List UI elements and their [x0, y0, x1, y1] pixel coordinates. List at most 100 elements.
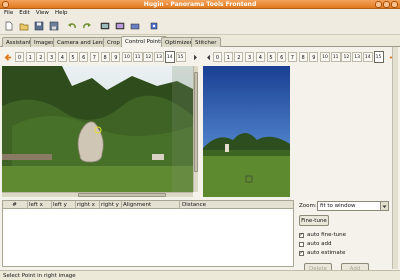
panel-vertical-scrollbar[interactable]: [392, 47, 398, 269]
left-prev-button[interactable]: [2, 50, 14, 64]
auto-estimate-checkbox[interactable]: ✓: [299, 251, 304, 256]
right-image-10-button[interactable]: 10: [320, 52, 330, 62]
zoom-label: Zoom:: [299, 203, 317, 209]
chevron-down-icon[interactable]: [380, 202, 388, 210]
right-image-4-button[interactable]: 4: [255, 52, 265, 62]
right-image-canvas[interactable]: [203, 66, 290, 197]
tab-stitcher[interactable]: Stitcher: [191, 37, 221, 47]
right-image-1-button[interactable]: 1: [223, 52, 233, 62]
undo-icon: [68, 23, 76, 29]
save-button[interactable]: [33, 20, 45, 32]
left-image-7-button[interactable]: 7: [89, 52, 99, 62]
right-image-12-button[interactable]: 12: [341, 52, 352, 62]
fast-preview-button[interactable]: [114, 20, 126, 32]
fast-preview-icon: [115, 22, 125, 30]
right-image-0-button[interactable]: 0: [213, 52, 222, 62]
toolbar: [0, 18, 400, 35]
right-image-14-button[interactable]: 14: [362, 52, 373, 62]
control-point-table[interactable]: [2, 209, 294, 267]
tab-camera-and-lens[interactable]: Camera and Lens: [53, 37, 110, 47]
left-image-vertical-scrollbar[interactable]: [193, 66, 198, 192]
right-image-3-button[interactable]: 3: [245, 52, 255, 62]
maximize-icon[interactable]: [383, 1, 390, 8]
redo-icon: [83, 23, 91, 29]
auto-fine-tune-label: auto fine-tune: [307, 232, 346, 238]
control-point-table-header: # left x left y right x right y Alignmen…: [2, 200, 294, 210]
menu-file[interactable]: File: [0, 9, 16, 18]
menu-help[interactable]: Help: [52, 9, 71, 18]
tab-bar: Assistant Images Camera and Lens Crop Co…: [0, 36, 400, 48]
open-icon: [19, 23, 29, 31]
left-image-photo: [2, 66, 193, 192]
sticky-button[interactable]: [148, 20, 160, 32]
open-project-button[interactable]: [18, 20, 30, 32]
menu-bar: File Edit View Help: [0, 9, 400, 18]
menu-view[interactable]: View: [33, 9, 52, 18]
fine-tune-button[interactable]: Fine-tune: [299, 215, 329, 226]
window-title-bar: Hugin - Panorama Tools Frontend: [0, 0, 400, 9]
auto-add-label: auto add: [307, 241, 332, 247]
status-bar: Select Point in right image: [0, 270, 400, 280]
right-image-9-button[interactable]: 9: [309, 52, 319, 62]
left-vscroll-thumb[interactable]: [194, 72, 198, 172]
undo-button[interactable]: [66, 20, 78, 32]
preview-icon: [100, 22, 110, 30]
left-image-11-button[interactable]: 11: [132, 52, 143, 62]
new-project-button[interactable]: [3, 20, 15, 32]
window-menu-icon[interactable]: [2, 1, 9, 8]
left-image-12-button[interactable]: 12: [143, 52, 154, 62]
left-image-1-button[interactable]: 1: [25, 52, 35, 62]
right-image-2-button[interactable]: 2: [234, 52, 244, 62]
arrow-left-icon: [4, 53, 11, 61]
preview-button[interactable]: [99, 20, 111, 32]
minimize-icon[interactable]: [375, 1, 382, 8]
left-image-14-button[interactable]: 14: [164, 51, 175, 63]
right-image-6-button[interactable]: 6: [277, 52, 287, 62]
align-button[interactable]: [129, 20, 141, 32]
left-image-selector: 0 1 2 3 4 5 6 7 8 9 10 11 12 13 14 15: [2, 50, 200, 64]
right-image-8-button[interactable]: 8: [298, 52, 308, 62]
left-image-5-button[interactable]: 5: [68, 52, 78, 62]
left-image-horizontal-scrollbar[interactable]: [2, 192, 193, 197]
add-button[interactable]: Add: [341, 263, 369, 270]
left-scroll-right-button[interactable]: [189, 50, 201, 64]
left-image-8-button[interactable]: 8: [100, 52, 110, 62]
left-image-6-button[interactable]: 6: [79, 52, 89, 62]
chevron-left-icon: [206, 54, 210, 60]
left-image-3-button[interactable]: 3: [47, 52, 57, 62]
save-as-button[interactable]: [48, 20, 60, 32]
left-image-13-button[interactable]: 13: [154, 52, 165, 62]
zoom-value: fit to window: [320, 203, 356, 209]
left-image-0-button[interactable]: 0: [15, 52, 24, 62]
left-image-15-button[interactable]: 15: [175, 52, 186, 62]
left-image-4-button[interactable]: 4: [57, 52, 67, 62]
right-image-photo: [203, 66, 290, 197]
menu-edit[interactable]: Edit: [16, 9, 33, 18]
redo-button[interactable]: [81, 20, 93, 32]
right-image-11-button[interactable]: 11: [330, 52, 341, 62]
right-image-5-button[interactable]: 5: [266, 52, 276, 62]
right-image-selector: 0 1 2 3 4 5 6 7 8 9 10 11 12 13 14 15: [202, 50, 400, 64]
auto-estimate-label: auto estimate: [307, 250, 346, 256]
left-image-10-button[interactable]: 10: [122, 52, 132, 62]
left-image-2-button[interactable]: 2: [36, 52, 46, 62]
left-image-9-button[interactable]: 9: [111, 52, 121, 62]
left-image-canvas[interactable]: [2, 66, 193, 192]
right-image-15-button[interactable]: 15: [373, 51, 384, 63]
window-title: Hugin - Panorama Tools Frontend: [143, 1, 257, 8]
align-icon: [130, 23, 140, 30]
sticky-icon: [150, 22, 158, 30]
right-image-7-button[interactable]: 7: [287, 52, 297, 62]
chevron-right-icon: [193, 54, 197, 60]
zoom-select[interactable]: fit to window: [317, 201, 389, 211]
status-text: Select Point in right image: [3, 273, 76, 279]
save-as-icon: [49, 21, 59, 31]
auto-fine-tune-checkbox[interactable]: ✓: [299, 233, 304, 238]
delete-button[interactable]: Delete: [304, 263, 332, 270]
right-image-13-button[interactable]: 13: [352, 52, 363, 62]
left-hscroll-thumb[interactable]: [78, 193, 166, 197]
close-icon[interactable]: [391, 1, 398, 8]
auto-add-checkbox[interactable]: [299, 242, 304, 247]
new-icon: [5, 21, 13, 31]
save-icon: [34, 21, 44, 31]
